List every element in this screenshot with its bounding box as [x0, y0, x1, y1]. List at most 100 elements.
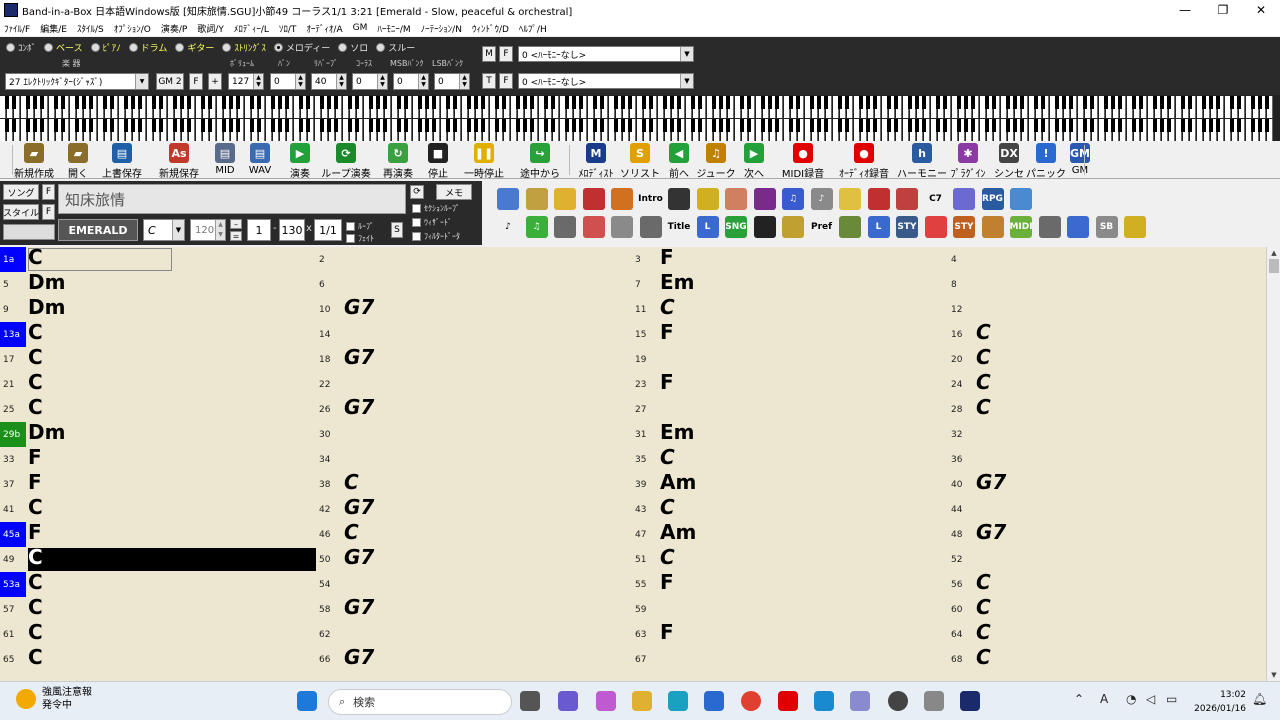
refresh-icon[interactable]: ⟳ [410, 185, 424, 199]
eggplant-icon[interactable] [753, 188, 776, 210]
pause-button[interactable]: ❚❚ 一時停止 [462, 143, 506, 180]
spin-icon[interactable]: ▲ ▼ [215, 220, 225, 240]
midi-icon[interactable]: MIDI [1009, 216, 1033, 238]
black-key[interactable] [649, 119, 653, 132]
vertical-scrollbar[interactable]: ▲ ▼ [1266, 247, 1280, 681]
black-key[interactable] [299, 119, 303, 132]
rpg-icon[interactable]: RPG [981, 188, 1004, 210]
section-loop-checkbox[interactable]: ｾｸｼｮﾝﾙｰﾌﾟ [412, 203, 460, 214]
bar-cell[interactable]: 37 F [0, 470, 316, 497]
black-key[interactable] [1216, 119, 1220, 132]
black-key[interactable] [719, 119, 723, 132]
notification-icon[interactable]: 🔔︎ [1252, 692, 1267, 706]
black-key[interactable] [5, 119, 9, 132]
tempo-field[interactable]: 120 ▲ ▼ [190, 219, 226, 241]
black-key[interactable] [1251, 119, 1255, 132]
black-key[interactable] [250, 96, 254, 109]
black-key[interactable] [180, 119, 184, 132]
black-key[interactable] [474, 119, 478, 132]
black-key[interactable] [229, 96, 233, 109]
radio-icon[interactable] [128, 42, 138, 52]
black-key[interactable] [530, 119, 534, 132]
l2-icon[interactable]: L [867, 216, 890, 238]
black-key[interactable] [229, 119, 233, 132]
black-key[interactable] [173, 96, 177, 109]
filter-data-checkbox[interactable]: ﾌｨﾙﾀｰﾄﾞｰﾀ [412, 231, 460, 242]
bar-cell[interactable]: 28 C [948, 395, 1264, 422]
black-key[interactable] [565, 119, 569, 132]
black-key[interactable] [1041, 96, 1045, 109]
black-key[interactable] [1167, 119, 1171, 132]
black-key[interactable] [1181, 96, 1185, 109]
recorder-icon[interactable] [888, 691, 908, 711]
bar-cell[interactable]: 11 C [632, 295, 948, 322]
black-key[interactable] [859, 119, 863, 132]
black-key[interactable] [33, 119, 37, 132]
chevron-down-icon[interactable]: ▼ [172, 220, 184, 240]
bar-cell[interactable]: 16 C [948, 320, 1264, 347]
loop-checkbox[interactable]: ﾙｰﾌﾟ [346, 221, 374, 232]
black-key[interactable] [467, 96, 471, 109]
black-key[interactable] [516, 119, 520, 132]
bar-cell[interactable]: 2 [316, 247, 632, 272]
thru-harmony-f-button[interactable]: F [499, 73, 513, 89]
bar-cell[interactable]: 25 C [0, 395, 316, 422]
bar-cell[interactable]: 27 [632, 397, 948, 422]
black-key[interactable] [866, 96, 870, 109]
bar-cell[interactable]: 31 Em [632, 420, 948, 447]
c7-icon[interactable]: C7 [924, 188, 947, 210]
loop-button[interactable]: ⟳ ループ演奏 [321, 143, 371, 180]
black-key[interactable] [327, 119, 331, 132]
track-radio[interactable]: ｺﾝﾎﾞ [6, 41, 36, 54]
black-key[interactable] [761, 96, 765, 109]
spin-icon[interactable]: ▲ ▼ [459, 74, 469, 89]
instrument-select[interactable]: 27 ｴﾚｸﾄﾘｯｸｷﾞﾀｰ(ｼﾞｬｽﾞ) ▼ [5, 73, 149, 90]
black-key[interactable] [1118, 96, 1122, 109]
black-key[interactable] [1237, 119, 1241, 132]
black-key[interactable] [915, 96, 919, 109]
black-key[interactable] [1111, 96, 1115, 109]
band-in-a-box-taskbar-icon[interactable] [960, 691, 980, 711]
bar-cell[interactable]: 58 G7 [316, 595, 632, 622]
l-icon[interactable]: L [696, 216, 719, 238]
black-key[interactable] [796, 96, 800, 109]
black-key[interactable] [376, 96, 380, 109]
melody-harmony-f-button[interactable]: F [499, 46, 513, 62]
black-key[interactable] [418, 96, 422, 109]
black-key[interactable] [61, 96, 65, 109]
black-key[interactable] [1251, 96, 1255, 109]
wifi-icon[interactable]: ◔ [1126, 692, 1136, 706]
bar-cell[interactable]: 68 C [948, 645, 1264, 672]
tempo-minus-button[interactable]: – [230, 219, 242, 229]
black-key[interactable] [26, 119, 30, 132]
bar-cell[interactable]: 29b Dm [0, 420, 316, 447]
bar-cell[interactable]: 1a C [0, 247, 316, 272]
black-key[interactable] [33, 96, 37, 109]
black-key[interactable] [1258, 119, 1262, 132]
piano-row-lower[interactable] [0, 119, 1280, 141]
blank-button[interactable] [3, 224, 55, 240]
black-key[interactable] [712, 119, 716, 132]
black-key[interactable] [551, 119, 555, 132]
radio-icon[interactable] [90, 42, 100, 52]
bar-cell[interactable]: 34 [316, 447, 632, 472]
black-key[interactable] [173, 119, 177, 132]
minimize-button[interactable]: — [1166, 0, 1204, 20]
bars-icon[interactable] [839, 216, 861, 238]
bar-cell[interactable]: 48 G7 [948, 520, 1264, 547]
black-key[interactable] [936, 96, 940, 109]
copilot-icon[interactable] [596, 691, 616, 711]
favorite-icon[interactable] [582, 188, 605, 210]
tempo-equal-button[interactable]: = [230, 231, 242, 241]
menu-item[interactable]: ｵﾌﾟｼｮﾝ/O [114, 22, 151, 35]
black-key[interactable] [663, 119, 667, 132]
black-key[interactable] [124, 119, 128, 132]
menu-item[interactable]: 歌詞/Y [197, 22, 224, 35]
black-key[interactable] [1069, 119, 1073, 132]
black-key[interactable] [187, 119, 191, 132]
menu-item[interactable]: ｽﾀｲﾙ/S [77, 22, 104, 35]
black-key[interactable] [1265, 96, 1269, 109]
pillar-icon[interactable] [1067, 216, 1089, 238]
black-key[interactable] [768, 96, 772, 109]
black-key[interactable] [418, 119, 422, 132]
